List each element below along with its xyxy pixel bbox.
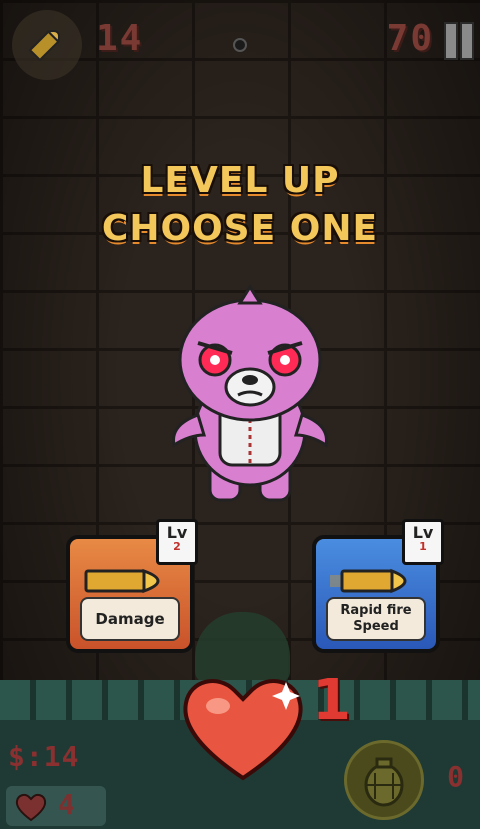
level-badge-value: 1 (419, 540, 427, 553)
pause-icon-bar (460, 22, 474, 60)
center-indicator (233, 38, 247, 52)
grenade-count: 0 (447, 760, 464, 793)
level-up-title: LEVEL UP (140, 160, 340, 201)
ammo-icon (12, 10, 82, 80)
upgrade-card-rapid-fire[interactable]: Rapid fire Speed Lv 1 (312, 519, 444, 653)
score: 70 (386, 18, 434, 59)
heart-icon (15, 793, 47, 822)
upgrade-card-damage[interactable]: Damage Lv 2 (66, 519, 198, 653)
pause-button[interactable] (444, 22, 474, 60)
bullet-icon (84, 568, 160, 594)
pause-icon (444, 22, 458, 60)
choose-one-title: CHOOSE ONE (101, 208, 379, 249)
heart-pickup-count: 1 (312, 668, 351, 733)
bullet-icon (330, 568, 407, 594)
level-badge: Lv 1 (402, 519, 444, 565)
grenade-icon (364, 757, 404, 807)
bullet-icon (28, 29, 61, 62)
lives-count: 4 (58, 788, 75, 821)
card-label: Damage (80, 597, 180, 641)
heart-icon (183, 679, 303, 781)
level-badge-value: 2 (173, 540, 181, 553)
monster-bear (172, 285, 328, 502)
card-label: Rapid fire Speed (326, 597, 426, 641)
level-badge: Lv 2 (156, 519, 198, 565)
ammo-count: 14 (96, 18, 144, 59)
lives-box: 4 (6, 786, 106, 826)
grenade-button[interactable] (344, 740, 424, 820)
money-counter: $:14 (8, 740, 80, 773)
